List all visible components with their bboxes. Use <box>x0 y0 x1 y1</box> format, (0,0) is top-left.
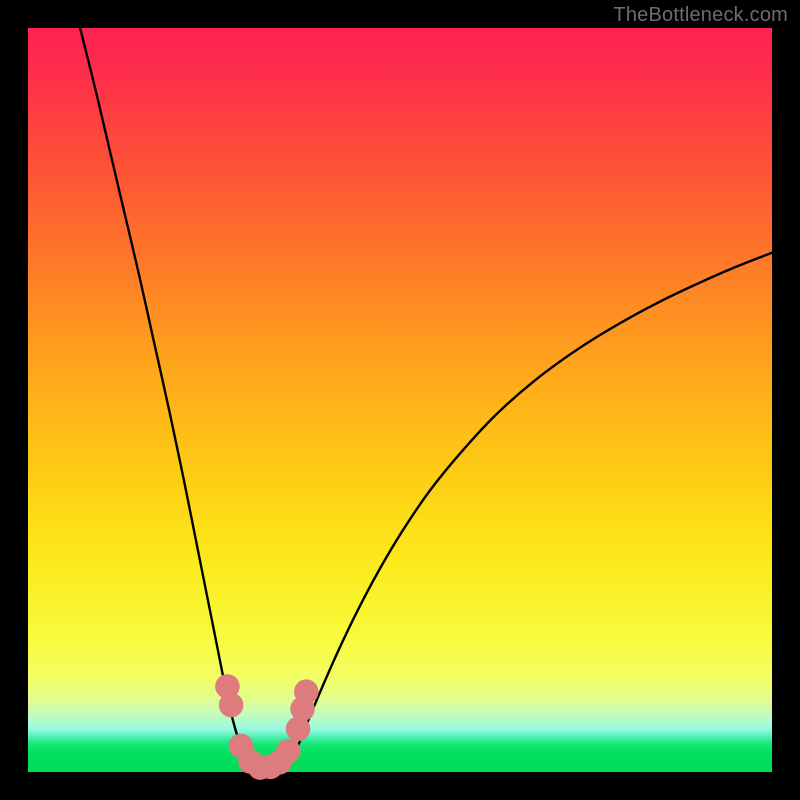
curves-layer <box>28 28 772 772</box>
data-marker <box>294 679 319 704</box>
data-marker <box>276 739 301 764</box>
plot-area <box>28 28 772 772</box>
left-curve <box>80 28 252 772</box>
chart-frame: TheBottleneck.com <box>0 0 800 800</box>
watermark-text: TheBottleneck.com <box>613 4 788 27</box>
data-markers <box>215 674 318 780</box>
data-marker <box>219 693 244 718</box>
right-curve <box>285 253 772 772</box>
